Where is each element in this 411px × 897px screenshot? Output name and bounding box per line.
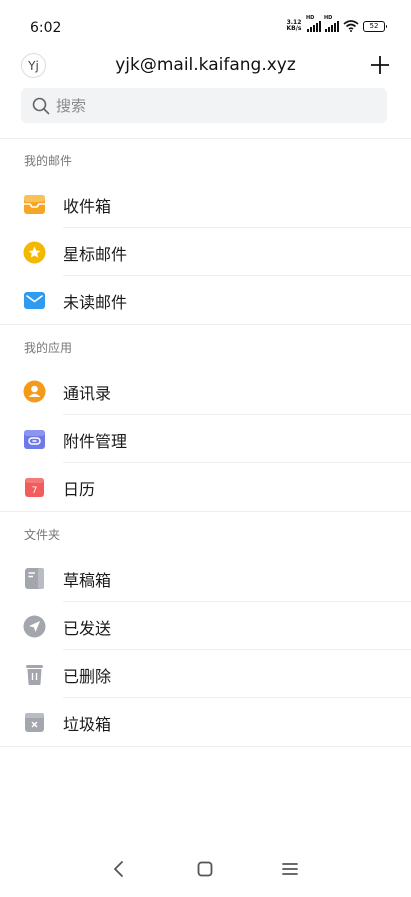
folder-label-spam: 垃圾箱 <box>63 715 112 734</box>
plus-icon[interactable] <box>369 54 391 76</box>
network-speed: 3.12 KB/s <box>285 20 303 32</box>
status-time: 6:02 <box>30 20 62 36</box>
search-bar[interactable] <box>21 88 387 123</box>
status-bar: 6:02 3.12 KB/s HD HD 52 <box>0 0 411 40</box>
battery-icon: 52 <box>363 20 387 32</box>
folder-item-unread[interactable]: 未读邮件 <box>0 276 411 324</box>
calendar-icon: 7 <box>25 478 44 497</box>
status-icons: 3.12 KB/s HD HD 52 <box>285 15 387 32</box>
system-nav-bar <box>0 852 411 884</box>
divider <box>0 138 411 139</box>
folder-label-sent: 已发送 <box>63 619 112 638</box>
hd-label-2: HD <box>324 14 333 21</box>
app-label-attachments: 附件管理 <box>63 432 128 451</box>
folder-label-unread: 未读邮件 <box>63 293 128 312</box>
app-item-contacts[interactable]: 通讯录 <box>0 367 411 415</box>
section-title-folders: 文件夹 <box>24 528 61 542</box>
folder-item-drafts[interactable]: 草稿箱 <box>0 554 411 602</box>
hd-label: HD <box>306 14 315 21</box>
section-divider <box>0 511 411 512</box>
menu-icon[interactable] <box>279 858 301 880</box>
inbox-icon <box>24 195 45 214</box>
app-label-calendar: 日历 <box>63 480 96 499</box>
attachment-icon <box>24 430 45 449</box>
folder-item-starred[interactable]: 星标邮件 <box>0 228 411 276</box>
drafts-icon <box>25 568 44 589</box>
account-email[interactable]: yjk@mail.kaifang.xyz <box>0 55 411 75</box>
home-icon[interactable] <box>194 858 216 880</box>
contacts-icon <box>23 380 46 403</box>
search-icon <box>32 97 50 114</box>
signal-icon: HD <box>306 15 321 32</box>
section-divider <box>0 746 411 747</box>
section-title-my-mail: 我的邮件 <box>24 154 73 168</box>
section-divider <box>0 324 411 325</box>
search-input[interactable] <box>56 96 356 115</box>
folder-label-starred: 星标邮件 <box>63 245 128 264</box>
spam-icon <box>25 713 44 732</box>
envelope-icon <box>24 292 45 309</box>
folder-label-deleted: 已删除 <box>63 667 112 686</box>
folder-item-inbox[interactable]: 收件箱 <box>0 180 411 228</box>
sent-icon <box>23 615 46 638</box>
trash-icon <box>26 665 43 685</box>
star-icon <box>23 241 46 264</box>
app-item-calendar[interactable]: 7 日历 <box>0 463 411 511</box>
calendar-day-badge: 7 <box>32 486 38 496</box>
folder-label-inbox: 收件箱 <box>63 197 112 216</box>
folder-label-drafts: 草稿箱 <box>63 571 112 590</box>
app-item-attachments[interactable]: 附件管理 <box>0 415 411 463</box>
network-speed-unit: KB/s <box>286 25 302 32</box>
folder-item-spam[interactable]: 垃圾箱 <box>0 698 411 746</box>
folder-item-sent[interactable]: 已发送 <box>0 602 411 650</box>
back-icon[interactable] <box>108 858 130 880</box>
signal-icon-2: HD <box>324 15 339 32</box>
folder-item-deleted[interactable]: 已删除 <box>0 650 411 698</box>
app-label-contacts: 通讯录 <box>63 384 112 403</box>
wifi-icon <box>343 20 359 32</box>
header: Yj yjk@mail.kaifang.xyz <box>0 45 411 85</box>
section-title-my-apps: 我的应用 <box>24 341 73 355</box>
